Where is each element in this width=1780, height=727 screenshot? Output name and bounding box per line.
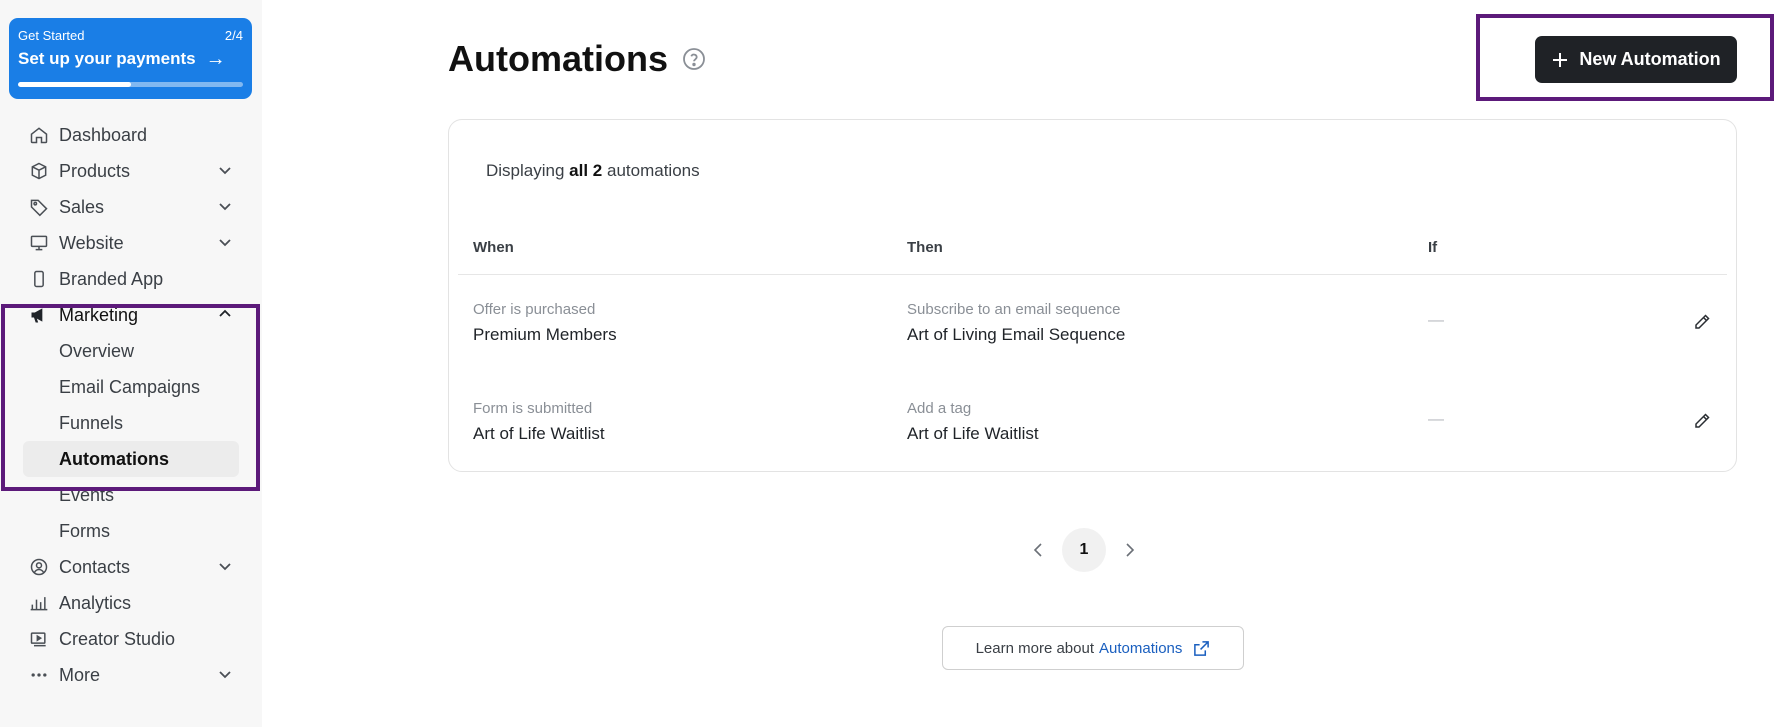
display-count-bold: all 2	[569, 161, 603, 180]
sidebar-item-label: Branded App	[59, 268, 164, 289]
edit-pencil-icon[interactable]	[1692, 312, 1712, 332]
sidebar-item-products[interactable]: Products	[0, 153, 262, 189]
row1-when-value: Premium Members	[473, 325, 617, 344]
sidebar-item-branded-app[interactable]: Branded App	[0, 261, 262, 297]
column-header-if: If	[1428, 239, 1438, 256]
external-link-icon	[1194, 640, 1210, 656]
row1-if-value: —	[1428, 312, 1444, 329]
display-suffix: automations	[607, 161, 700, 180]
get-started-label: Get Started	[18, 28, 85, 43]
header-divider	[458, 274, 1727, 275]
monitor-icon	[28, 232, 50, 254]
row2-then-type: Add a tag	[907, 400, 972, 417]
sidebar-item-label: Sales	[59, 196, 105, 217]
sidebar-item-dashboard[interactable]: Dashboard	[0, 117, 262, 153]
learn-more-link[interactable]: Automations	[1099, 640, 1182, 657]
bar-chart-icon	[28, 592, 50, 614]
sidebar-item-contacts[interactable]: Contacts	[0, 549, 262, 585]
sidebar-item-label: Creator Studio	[59, 628, 176, 649]
sidebar-item-sales[interactable]: Sales	[0, 189, 262, 225]
sidebar-item-label: More	[59, 664, 101, 685]
highlight-box-sidebar	[1, 304, 260, 491]
help-icon[interactable]	[682, 47, 706, 71]
home-icon	[28, 124, 50, 146]
get-started-progress-bar	[18, 82, 243, 87]
sidebar-item-more[interactable]: More	[0, 657, 262, 693]
get-started-progress-fill	[18, 82, 131, 87]
chevron-down-icon[interactable]	[218, 199, 232, 213]
sidebar-item-website[interactable]: Website	[0, 225, 262, 261]
chevron-right-icon[interactable]	[1120, 541, 1138, 559]
pagination: 1	[1030, 528, 1138, 572]
display-count: Displaying all 2 automations	[486, 161, 700, 181]
sidebar-subitem-forms[interactable]: Forms	[23, 513, 239, 549]
video-icon	[28, 628, 50, 650]
row1-then-type: Subscribe to an email sequence	[907, 301, 1121, 318]
learn-more-button[interactable]: Learn more about Automations	[942, 626, 1244, 670]
get-started-progress-text: 2/4	[224, 28, 243, 43]
box-icon	[28, 160, 50, 182]
get-started-card[interactable]: Get Started 2/4 Set up your payments →	[9, 18, 252, 99]
row2-when-value: Art of Life Waitlist	[473, 424, 605, 443]
page-number-current[interactable]: 1	[1062, 528, 1106, 572]
automations-table-card: Displaying all 2 automations When Then I…	[448, 119, 1737, 472]
chevron-down-icon[interactable]	[218, 559, 232, 573]
row2-if-value: —	[1428, 411, 1444, 428]
display-prefix: Displaying	[486, 161, 565, 180]
arrow-right-icon: →	[205, 47, 226, 70]
sidebar-item-label: Website	[59, 232, 124, 253]
column-header-when: When	[473, 239, 514, 256]
page-header: Automations	[448, 38, 706, 80]
sidebar-item-label: Contacts	[59, 556, 131, 577]
chevron-left-icon[interactable]	[1030, 541, 1048, 559]
row2-then-value: Art of Life Waitlist	[907, 424, 1039, 443]
chevron-down-icon[interactable]	[218, 235, 232, 249]
highlight-box-new-button	[1476, 14, 1774, 101]
user-circle-icon	[28, 556, 50, 578]
row1-when-type: Offer is purchased	[473, 301, 596, 318]
chevron-down-icon[interactable]	[218, 163, 232, 177]
tag-icon	[28, 196, 50, 218]
sidebar-item-creator-studio[interactable]: Creator Studio	[0, 621, 262, 657]
sidebar-item-label: Dashboard	[59, 124, 148, 145]
phone-icon	[28, 268, 50, 290]
edit-pencil-icon[interactable]	[1692, 411, 1712, 431]
dots-icon	[28, 664, 50, 686]
sidebar-item-label: Analytics	[59, 592, 132, 613]
sidebar-item-analytics[interactable]: Analytics	[0, 585, 262, 621]
row2-when-type: Form is submitted	[473, 400, 593, 417]
learn-more-prefix: Learn more about	[975, 639, 1095, 657]
sidebar-item-label: Products	[59, 160, 131, 181]
row1-then-value: Art of Living Email Sequence	[907, 325, 1126, 344]
get-started-title: Set up your payments	[18, 49, 196, 68]
page-title: Automations	[448, 38, 668, 79]
column-header-then: Then	[907, 239, 943, 256]
chevron-down-icon[interactable]	[218, 667, 232, 681]
